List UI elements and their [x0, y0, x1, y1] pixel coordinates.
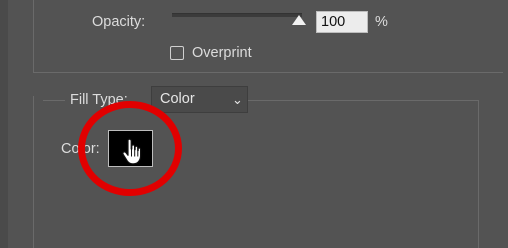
fill-group-top-border-left	[43, 100, 65, 101]
upper-group-left-border	[33, 0, 34, 73]
slider-thumb-icon[interactable]	[292, 15, 306, 25]
panel-left-rail	[0, 0, 8, 248]
opacity-input[interactable]: 100	[316, 11, 368, 33]
chevron-down-icon: ⌄	[232, 92, 243, 107]
upper-group-bottom-border	[33, 72, 503, 73]
overprint-label: Overprint	[192, 45, 252, 61]
hand-pointer-icon	[122, 138, 142, 165]
opacity-label: Opacity:	[92, 14, 146, 30]
opacity-slider[interactable]	[172, 13, 302, 17]
percent-label: %	[375, 14, 388, 30]
fill-group-right-border	[478, 100, 479, 248]
properties-panel: Opacity: 100 % Overprint Fill Type: Colo…	[0, 0, 508, 248]
fill-type-value: Color	[160, 91, 195, 107]
fill-type-select[interactable]: Color ⌄	[151, 86, 248, 113]
fill-group-top-border-right	[248, 100, 478, 101]
panel-divider-left	[33, 96, 34, 248]
overprint-checkbox[interactable]	[170, 46, 184, 60]
